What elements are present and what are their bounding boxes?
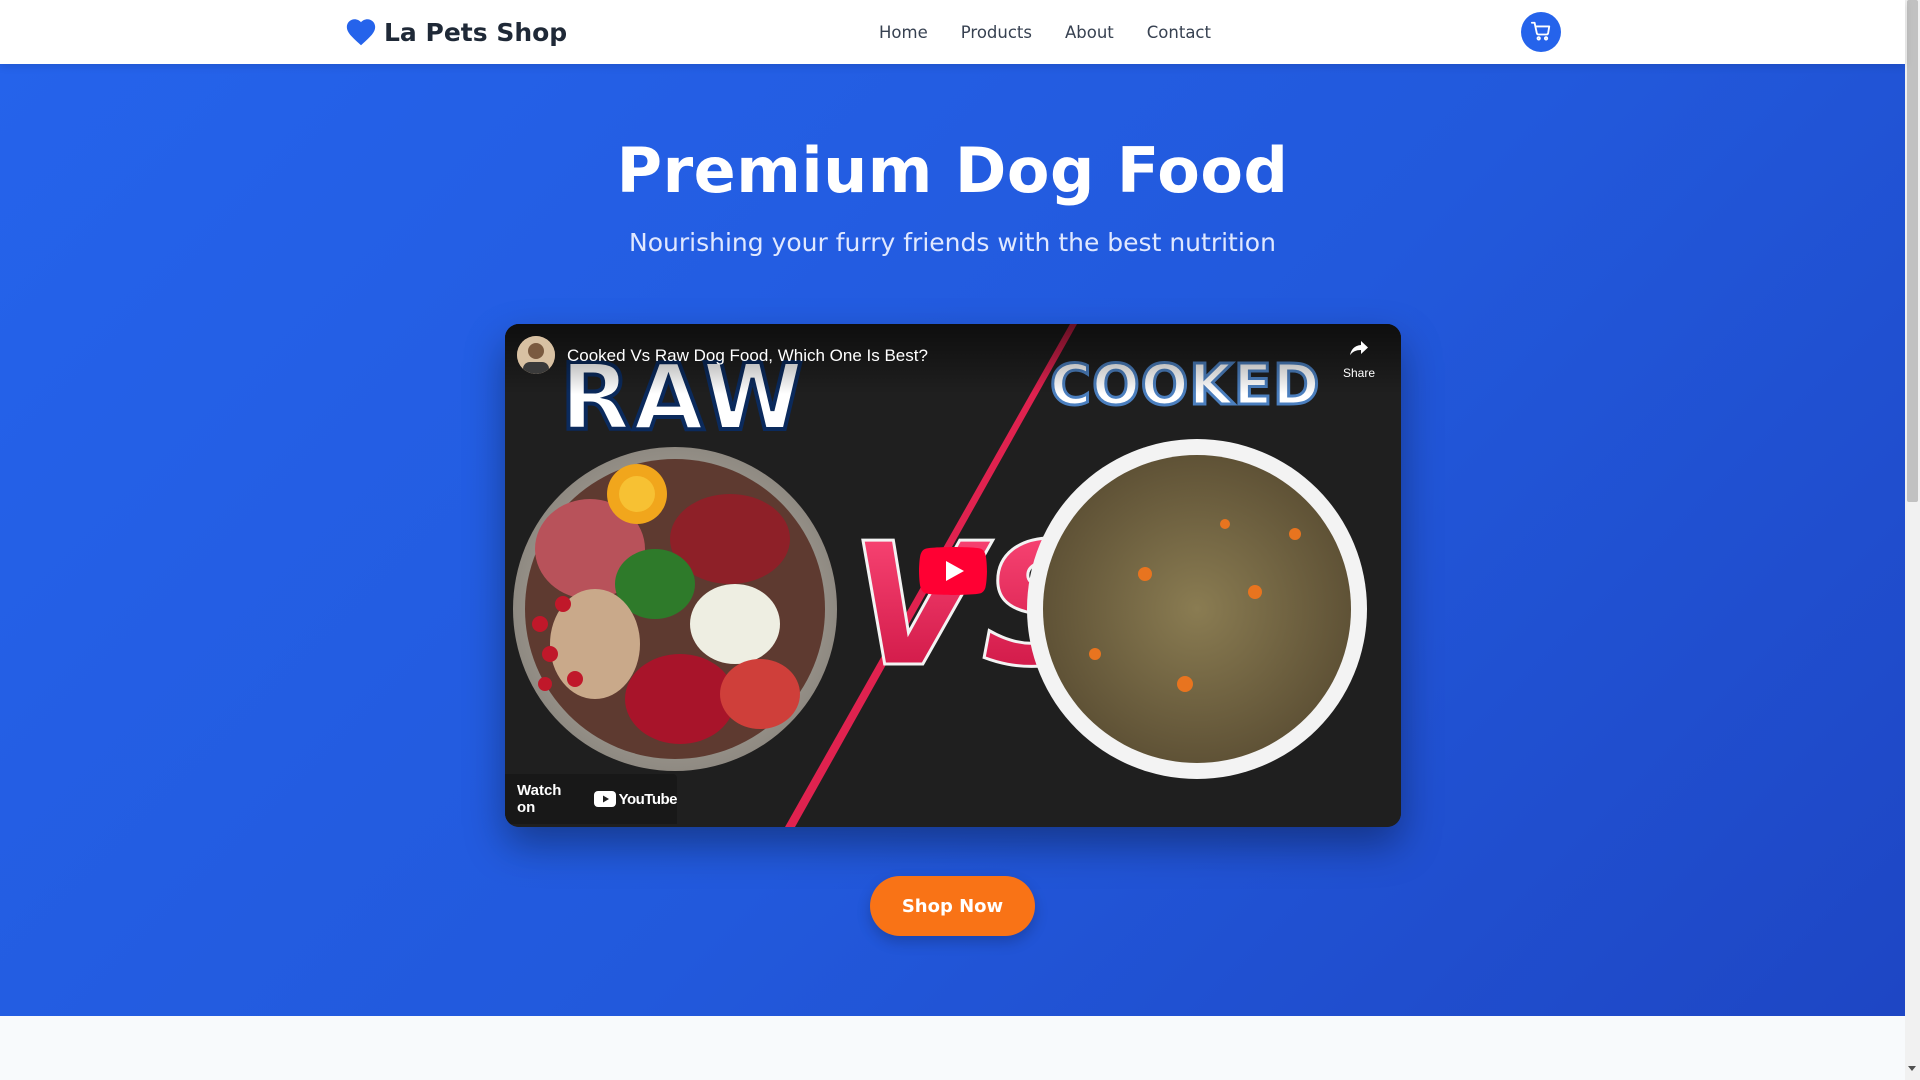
hero-section: Premium Dog Food Nourishing your furry f… [0, 64, 1905, 1016]
share-arrow-icon [1347, 341, 1371, 364]
youtube-video-embed[interactable]: RAW COOKED VS Cooked Vs Raw Dog Food, Wh… [505, 324, 1401, 827]
watch-on-youtube[interactable]: Watch on YouTube [505, 774, 678, 824]
nav-contact[interactable]: Contact [1147, 23, 1211, 42]
youtube-logo: YouTube [593, 790, 678, 808]
nav-about[interactable]: About [1065, 23, 1114, 42]
page-scrollbar[interactable] [1905, 0, 1920, 1080]
site-header: La Pets Shop Home Products About Contact [0, 0, 1905, 64]
youtube-play-icon [593, 791, 616, 807]
logo-link[interactable]: La Pets Shop [344, 14, 567, 50]
scrollbar-thumb[interactable] [1907, 0, 1918, 502]
channel-avatar[interactable] [517, 336, 555, 374]
logo-text: La Pets Shop [384, 17, 568, 47]
hero-subtitle: Nourishing your furry friends with the b… [629, 228, 1276, 257]
cart-button[interactable] [1521, 12, 1561, 52]
scroll-down-arrow-icon[interactable] [1908, 1066, 1916, 1071]
shop-now-button[interactable]: Shop Now [870, 876, 1035, 936]
share-label: Share [1342, 366, 1376, 380]
play-button[interactable] [919, 547, 987, 595]
video-title[interactable]: Cooked Vs Raw Dog Food, Which One Is Bes… [567, 346, 928, 366]
watch-on-label: Watch on [517, 782, 562, 816]
hero-title: Premium Dog Food [616, 134, 1289, 207]
youtube-wordmark: YouTube [618, 790, 678, 808]
heart-icon [344, 15, 378, 49]
nav-products[interactable]: Products [961, 23, 1032, 42]
main-nav: Home Products About Contact [879, 0, 1211, 64]
share-button[interactable]: Share [1337, 336, 1381, 386]
shopping-cart-icon [1530, 20, 1552, 45]
nav-home[interactable]: Home [879, 23, 928, 42]
